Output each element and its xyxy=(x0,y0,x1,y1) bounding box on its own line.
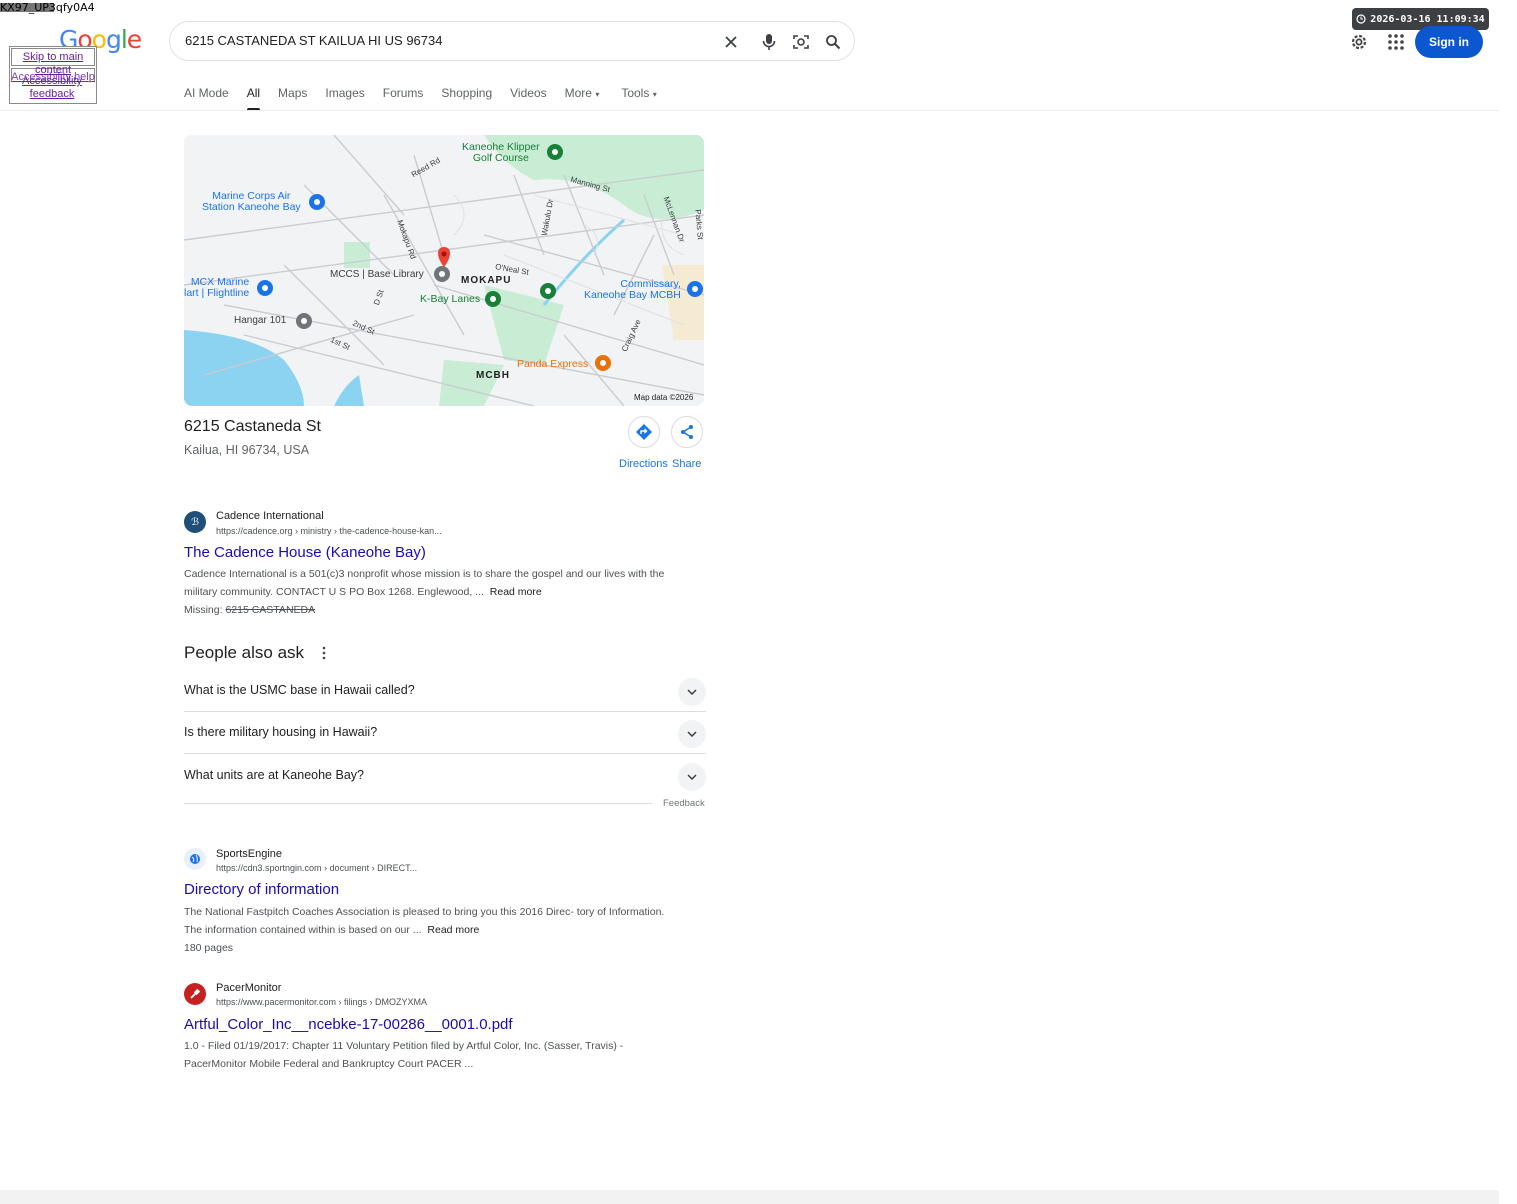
map-preview[interactable]: Kaneohe Klipper Golf Course Reed Rd Mann… xyxy=(184,135,704,406)
share-label[interactable]: Share xyxy=(672,458,701,470)
result-snippet: The National Fastpitch Coaches Associati… xyxy=(184,906,665,954)
map-attribution: Map data ©2026 xyxy=(634,393,694,402)
microphone-icon[interactable] xyxy=(758,31,780,53)
caret-down-icon: ▾ xyxy=(652,90,657,99)
tab-all[interactable]: All xyxy=(246,86,261,111)
result-snippet: Cadence International is a 501(c)3 nonpr… xyxy=(184,568,665,616)
map-label-panda-express: Panda Express xyxy=(517,358,589,370)
header-divider xyxy=(0,110,1499,111)
chevron-down-icon[interactable] xyxy=(678,720,706,748)
map-label-golf-course: Kaneohe Klipper Golf Course xyxy=(462,141,540,164)
result-url: https://cadence.org › ministry › the-cad… xyxy=(216,526,442,536)
footer-strip xyxy=(0,1190,1499,1204)
read-more-link[interactable]: Read more xyxy=(490,586,542,598)
result-title-link[interactable]: The Cadence House (Kaneohe Bay) xyxy=(184,544,426,561)
tab-tools[interactable]: Tools ▾ xyxy=(621,86,656,110)
paa-question-row[interactable]: Is there military housing in Hawaii? xyxy=(184,712,706,754)
debug-id-text: KX97_UP3qfy0A4 xyxy=(0,1,95,14)
map-label-commissary: Commissary, Kaneohe Bay MCBH xyxy=(584,278,681,301)
map-label-base-library: MCCS | Base Library xyxy=(330,269,424,280)
result-site-name: PacerMonitor xyxy=(216,982,282,994)
people-also-ask-title: People also ask xyxy=(184,643,305,662)
skip-links-box: Skip to main content Accessibility help … xyxy=(9,46,97,104)
search-tabs: AI Mode All Maps Images Forums Shopping … xyxy=(184,86,675,111)
paa-question-row[interactable]: What is the USMC base in Hawaii called? xyxy=(184,670,706,712)
camera-lens-icon[interactable] xyxy=(790,31,812,53)
caret-down-icon: ▾ xyxy=(595,90,600,99)
result-title-link[interactable]: Artful_Color_Inc__ncebke-17-00286__0001.… xyxy=(184,1016,513,1033)
sign-in-button[interactable]: Sign in xyxy=(1415,26,1483,58)
clock-icon xyxy=(1356,14,1366,24)
timestamp-text: 2026-03-16 11:09:34 xyxy=(1370,13,1485,25)
paa-feedback-link[interactable]: Feedback xyxy=(663,798,705,809)
paa-question-row[interactable]: What units are at Kaneohe Bay? xyxy=(184,755,706,797)
chevron-down-icon[interactable] xyxy=(678,763,706,791)
search-bar xyxy=(169,21,855,61)
result-title-link[interactable]: Directory of information xyxy=(184,881,339,898)
share-icon xyxy=(681,425,693,439)
map-label-k-bay-lanes: K-Bay Lanes xyxy=(420,293,481,305)
read-more-link[interactable]: Read more xyxy=(427,924,479,936)
accessibility-feedback-link[interactable]: Accessibility feedback xyxy=(14,75,90,101)
tab-shopping[interactable]: Shopping xyxy=(441,86,492,110)
share-button[interactable] xyxy=(671,416,703,448)
more-options-icon[interactable] xyxy=(319,645,329,661)
globe-icon xyxy=(184,848,206,870)
search-icon[interactable] xyxy=(822,31,844,53)
apps-grid-icon[interactable] xyxy=(1385,31,1407,53)
paa-question-text: What is the USMC base in Hawaii called? xyxy=(184,683,415,697)
chevron-down-icon[interactable] xyxy=(678,678,706,706)
place-address: Kailua, HI 96734, USA xyxy=(184,443,310,457)
map-graphic xyxy=(184,135,704,406)
clear-icon[interactable] xyxy=(720,31,742,53)
tab-ai-mode[interactable]: AI Mode xyxy=(184,86,229,110)
gear-icon[interactable] xyxy=(1348,31,1370,53)
gavel-icon xyxy=(184,983,206,1005)
map-label-mokapu: MOKAPU xyxy=(461,275,512,286)
result-snippet: 1.0 - Filed 01/19/2017: Chapter 11 Volun… xyxy=(184,1040,624,1070)
tab-images[interactable]: Images xyxy=(325,86,364,110)
map-label-hangar: Hangar 101 xyxy=(234,315,287,326)
map-label-parks-st: Parks St xyxy=(693,209,704,240)
search-input[interactable] xyxy=(185,33,705,48)
place-title: 6215 Castaneda St xyxy=(184,418,321,435)
paa-question-text: What units are at Kaneohe Bay? xyxy=(184,768,364,782)
feedback-divider xyxy=(184,803,652,804)
map-label-mcx: MCX Marine lart | Flightline xyxy=(184,276,250,299)
result-url: https://cdn3.sportngin.com › document › … xyxy=(216,863,418,873)
directions-label[interactable]: Directions xyxy=(619,458,668,470)
map-label-marine-corps: Marine Corps Air Station Kaneohe Bay xyxy=(202,190,301,213)
directions-icon xyxy=(636,424,652,440)
tab-more[interactable]: More ▾ xyxy=(565,86,600,110)
tab-forums[interactable]: Forums xyxy=(383,86,424,110)
paa-question-text: Is there military housing in Hawaii? xyxy=(184,725,378,739)
result-url: https://www.pacermonitor.com › filings ›… xyxy=(216,997,428,1007)
directions-button[interactable] xyxy=(628,416,660,448)
result-site-name: Cadence International xyxy=(216,510,324,522)
cadence-favicon-icon: ℬ xyxy=(184,511,206,533)
result-site-name: SportsEngine xyxy=(216,848,283,860)
tab-videos[interactable]: Videos xyxy=(510,86,546,110)
tab-maps[interactable]: Maps xyxy=(278,86,307,110)
map-label-mcbh: MCBH xyxy=(476,370,510,381)
